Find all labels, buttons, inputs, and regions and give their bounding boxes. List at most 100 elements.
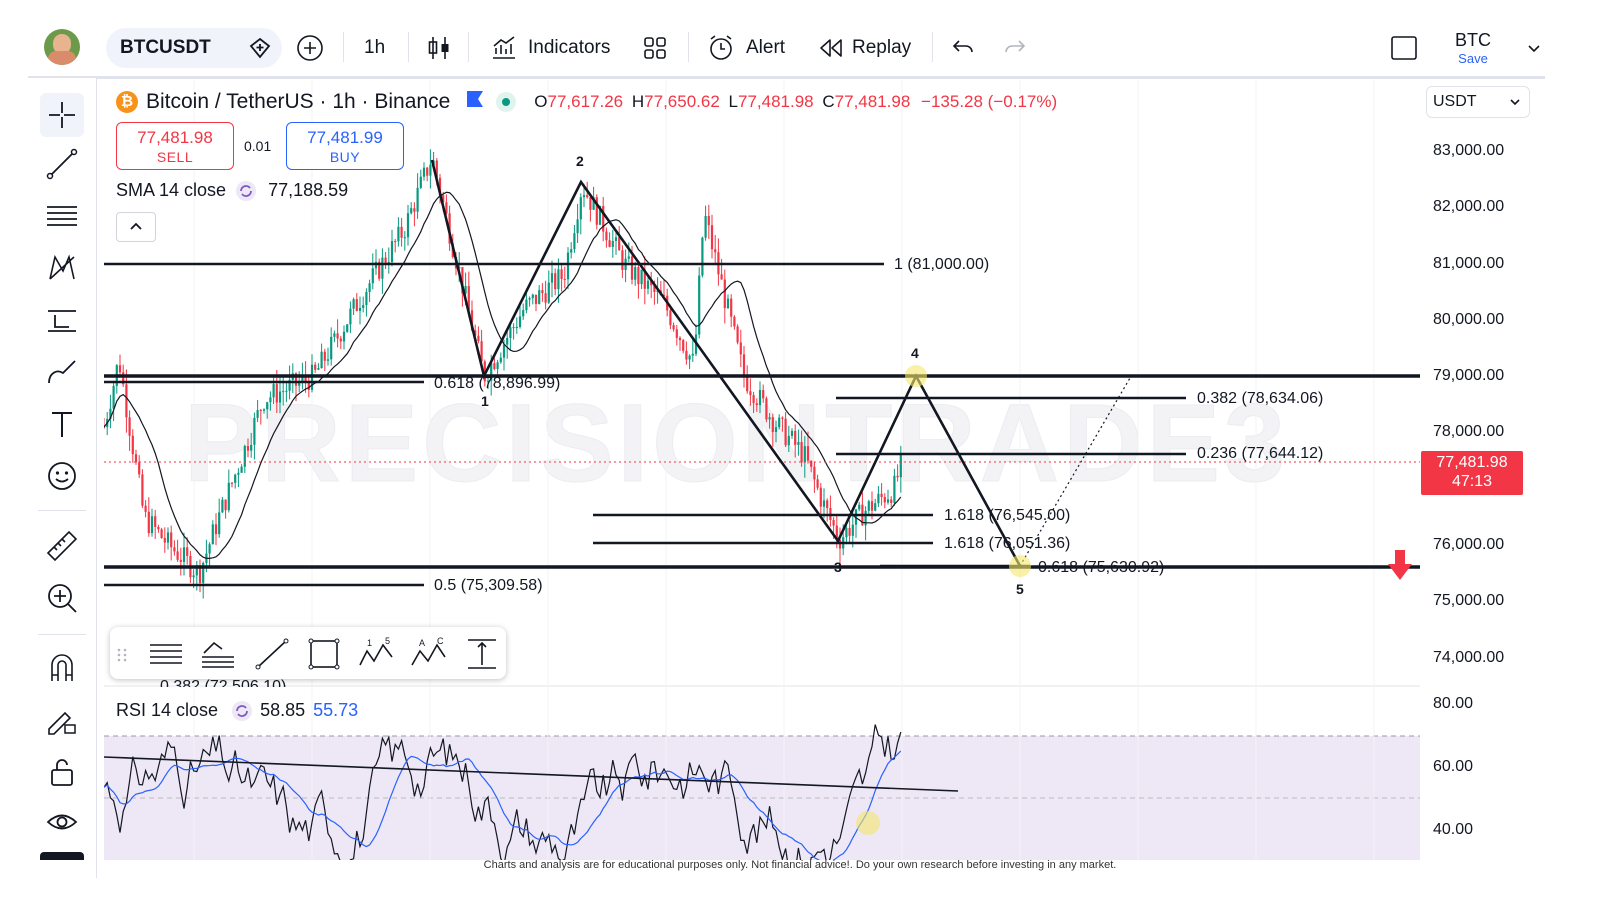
candle-body	[621, 250, 624, 270]
fib-level-label: 0.382 (72,506.10)	[160, 678, 287, 687]
wave-label: 5	[1016, 581, 1024, 597]
candle-body	[502, 344, 506, 358]
long-position-icon[interactable]	[44, 302, 80, 338]
indicators-button[interactable]: Indicators	[490, 30, 610, 66]
sell-button[interactable]: 77,481.98 SELL	[116, 122, 234, 170]
chevron-up-icon	[130, 222, 142, 230]
unlock-icon[interactable]	[44, 754, 80, 790]
candle-body	[768, 417, 771, 420]
svg-text:1: 1	[367, 638, 372, 648]
price-label: 81,000.00	[1433, 255, 1505, 272]
candle-body	[538, 290, 541, 304]
candle-body	[218, 512, 221, 535]
avatar[interactable]	[44, 29, 80, 65]
rsi-value: 58.85	[260, 700, 306, 720]
fib-level-label: 0.618 (78,896.99)	[434, 375, 561, 392]
templates-grid-icon[interactable]	[642, 30, 668, 66]
svg-text:C: C	[437, 637, 444, 646]
sell-price: 77,481.98	[137, 128, 213, 147]
candle-body	[765, 398, 768, 420]
candle-body	[874, 503, 877, 511]
candles-icon[interactable]	[426, 30, 452, 66]
undo-icon[interactable]	[950, 30, 976, 66]
candle-body	[845, 528, 848, 538]
refresh-icon[interactable]	[236, 180, 257, 201]
layout-save-button[interactable]: BTC Save	[1448, 30, 1498, 66]
flag-icon[interactable]	[466, 90, 484, 114]
candle-body	[429, 164, 432, 176]
price-label: 79,000.00	[1433, 367, 1505, 384]
emoji-icon[interactable]	[44, 458, 80, 494]
rectangle-tool-icon[interactable]	[306, 637, 342, 671]
layout-name: BTC	[1455, 30, 1491, 50]
price-range-icon[interactable]	[464, 637, 500, 671]
indicators-label: Indicators	[528, 37, 611, 58]
candle-body	[646, 280, 650, 289]
candle-body	[371, 268, 374, 284]
market-status-icon	[496, 92, 517, 112]
save-label: Save	[1458, 51, 1488, 66]
drag-handle-icon[interactable]	[114, 637, 130, 671]
sell-label: SELL	[156, 149, 194, 165]
magnet-icon[interactable]	[44, 650, 80, 686]
candle-body	[899, 453, 902, 478]
candle-body	[794, 430, 797, 445]
collapse-legend-button[interactable]	[116, 212, 156, 242]
rewind-icon	[820, 39, 842, 57]
candle-body	[518, 316, 522, 327]
lock-drawing-pencil-icon[interactable]	[44, 702, 80, 738]
trendline-icon[interactable]	[44, 146, 80, 182]
fib-retracement-icon[interactable]	[44, 198, 80, 234]
candle-body	[605, 231, 608, 241]
candle-body	[525, 299, 528, 311]
fib-tool-icon[interactable]	[148, 637, 184, 671]
trendline-tool-icon[interactable]	[254, 637, 290, 671]
candle-body	[394, 241, 397, 243]
symbol-search[interactable]: BTCUSDT	[106, 28, 282, 68]
rsi-refresh-icon[interactable]	[232, 700, 253, 721]
ruler-icon[interactable]	[44, 528, 80, 564]
candle-body	[355, 299, 358, 311]
zoom-in-icon[interactable]	[44, 580, 80, 616]
pattern-icon[interactable]	[44, 250, 80, 286]
compare-plus-icon[interactable]	[296, 30, 324, 66]
fullscreen-icon[interactable]	[1390, 30, 1418, 66]
fib-extension-icon[interactable]	[200, 637, 236, 671]
candle-body	[886, 499, 890, 503]
candle-body	[285, 390, 288, 392]
text-icon[interactable]	[44, 406, 80, 442]
brush-icon[interactable]	[44, 354, 80, 390]
redo-icon[interactable]	[1002, 30, 1028, 66]
interval-button[interactable]: 1h	[364, 30, 385, 66]
candle-body	[739, 342, 742, 355]
candle-body	[611, 240, 614, 247]
candle-body	[669, 310, 672, 326]
candle-body	[336, 333, 339, 339]
candle-body	[339, 338, 342, 342]
alert-button[interactable]: Alert	[706, 30, 785, 66]
add-symbol-icon[interactable]	[248, 36, 272, 60]
candle-body	[746, 376, 749, 392]
candle-body	[358, 307, 362, 311]
elliott-correction-icon[interactable]: AC	[410, 636, 446, 671]
bar-countdown: 47:13	[1451, 473, 1493, 490]
replay-button[interactable]: Replay	[818, 30, 911, 66]
elliott-impulse-icon[interactable]: 15	[358, 636, 394, 671]
eye-icon[interactable]	[44, 804, 80, 840]
rsi-legend[interactable]: RSI 14 close 58.85 55.73	[116, 700, 358, 721]
sma-legend[interactable]: SMA 14 close 77,188.59	[116, 180, 348, 201]
candle-body	[870, 501, 874, 511]
candle-body	[192, 575, 195, 578]
highlight-circle	[1009, 555, 1031, 577]
candle-body	[125, 384, 128, 418]
candle-body	[733, 316, 736, 327]
crosshair-icon[interactable]	[40, 93, 84, 137]
candle-body	[752, 395, 755, 404]
candle-body	[704, 215, 707, 238]
rsi-scale-label: 60.00	[1433, 758, 1474, 775]
top-toolbar: BTCUSDT 1h Indicators Alert Replay BTC S…	[0, 0, 1600, 79]
candle-body	[403, 237, 406, 239]
candle-body	[749, 391, 752, 396]
chevron-down-icon[interactable]	[1526, 30, 1542, 66]
buy-button[interactable]: 77,481.99 BUY	[286, 122, 404, 170]
